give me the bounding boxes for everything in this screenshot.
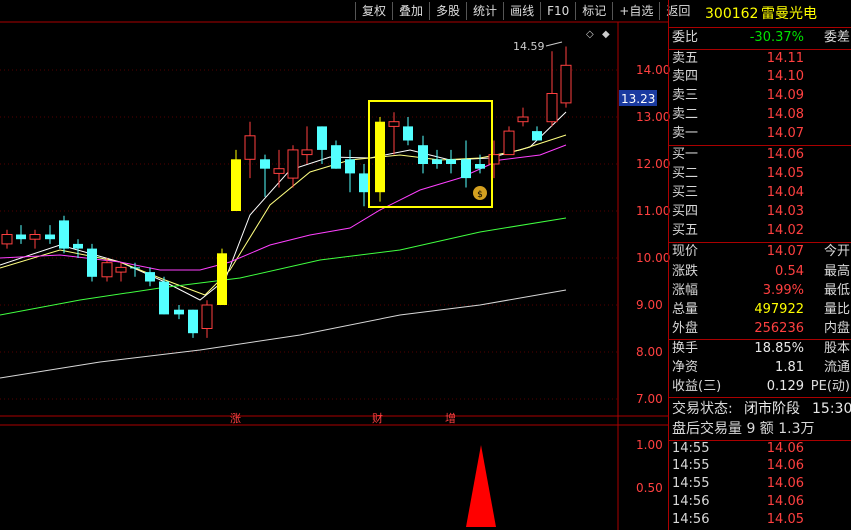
candle (188, 309, 198, 334)
kline-chart[interactable]: $ 14.59 ◇ ◆ 13.23 (0, 0, 668, 530)
candle (503, 130, 515, 156)
marker-zeng[interactable]: 增 (445, 410, 456, 426)
bid-row-3[interactable]: 买三 14.04 (669, 183, 851, 203)
candle (461, 159, 471, 179)
candle (517, 116, 529, 123)
stat-jingzi: 净资 1.81 流通 (672, 360, 850, 375)
candle (432, 159, 442, 164)
candle (388, 121, 400, 127)
candle (317, 126, 327, 150)
ask-row-3[interactable]: 卖三 14.09 (669, 86, 851, 106)
toolbar-duogu[interactable]: 多股 (429, 2, 466, 20)
candle (345, 159, 355, 174)
candle (359, 173, 369, 193)
bid-row-1[interactable]: 买一 14.06 (669, 145, 851, 165)
price-tick: 12.00 (636, 157, 671, 171)
volume-tick: 1.00 (636, 438, 663, 452)
candle (217, 253, 227, 305)
after-hours: 盘后交易量 9 额 1.3万 (672, 421, 815, 437)
candle (446, 159, 456, 164)
tick-row: 14:56 14.06 (672, 494, 804, 509)
candle (418, 145, 428, 164)
stat-zhangfu: 涨幅 3.99% 最低 (672, 283, 850, 298)
candle (101, 262, 113, 278)
ask-row-4[interactable]: 卖四 14.10 (669, 67, 851, 87)
stat-shouyi: 收益(三) 0.129 PE(动) (672, 379, 850, 394)
bid-row-2[interactable]: 买二 14.05 (669, 164, 851, 184)
candle (159, 281, 169, 315)
candle (301, 149, 313, 156)
toolbar-diejia[interactable]: 叠加 (392, 2, 429, 20)
candle (532, 131, 542, 141)
candle (231, 159, 241, 211)
candle (375, 121, 385, 193)
price-tick: 8.00 (636, 345, 663, 359)
trade-status: 交易状态: 闭市阶段 15:30: (672, 401, 851, 417)
stat-zongliang: 总量 497922 量比 (672, 302, 850, 317)
candle (130, 267, 140, 269)
candle (115, 266, 127, 273)
stock-code: 300162 (705, 6, 759, 22)
tick-row: 14:56 14.05 (672, 512, 804, 527)
candle (488, 154, 500, 165)
candle (287, 149, 299, 179)
stock-header: 300162 雷曼光电 (669, 4, 851, 24)
candle (29, 234, 41, 240)
stat-huanshou: 换手 18.85% 股本 (672, 341, 850, 356)
candle (403, 126, 413, 141)
stat-xianjia: 现价 14.07 今开 (672, 244, 850, 259)
price-tick: 10.00 (636, 251, 671, 265)
toolbar-f10[interactable]: F10 (540, 2, 575, 20)
svg-text:◇: ◇ (586, 29, 594, 40)
toolbar-fuquan[interactable]: 复权 (355, 2, 392, 20)
svg-text:13.23: 13.23 (621, 92, 655, 106)
ask-row-1[interactable]: 卖一 14.07 (669, 124, 851, 144)
quote-panel: 300162 雷曼光电 委比 -30.37% 委差 卖五 14.11 卖四 14.10 … (668, 0, 851, 530)
candle (546, 93, 558, 123)
stat-zhangdie: 涨跌 0.54 最高 (672, 264, 850, 279)
high-marker: 14.59 (513, 40, 545, 53)
candle (59, 220, 69, 249)
candle (201, 304, 213, 329)
marker-zhang[interactable]: 涨 (230, 410, 241, 426)
marker-cai[interactable]: 财 (372, 410, 383, 426)
bid-row-4[interactable]: 买四 14.03 (669, 202, 851, 222)
price-tick: 13.00 (636, 110, 671, 124)
candle (73, 243, 83, 249)
candle (45, 234, 55, 240)
tick-row: 14:55 14.06 (672, 476, 804, 491)
candle (244, 135, 256, 160)
candle (331, 145, 341, 169)
weibi-row: 委比 -30.37% 委差 (672, 30, 850, 45)
toolbar-zixuan[interactable]: +自选 (612, 2, 659, 20)
ask-row-2[interactable]: 卖二 14.08 (669, 105, 851, 125)
candle (87, 248, 97, 277)
candle (1, 234, 13, 245)
candle (560, 64, 572, 104)
price-tick: 7.00 (636, 392, 663, 406)
ask-row-5[interactable]: 卖五 14.11 (669, 49, 851, 69)
candle (260, 159, 270, 169)
svg-text:$: $ (477, 190, 483, 200)
toolbar-tongji[interactable]: 统计 (466, 2, 503, 20)
price-tick: 11.00 (636, 204, 671, 218)
tick-row: 14:55 14.06 (672, 458, 804, 473)
stat-waipan: 外盘 256236 内盘 (672, 321, 850, 336)
svg-text:◆: ◆ (602, 29, 610, 40)
toolbar: 复权 叠加 多股 统计 画线 F10 标记 +自选 返回 (355, 2, 696, 20)
toolbar-huaxian[interactable]: 画线 (503, 2, 540, 20)
volume-tick: 0.50 (636, 481, 663, 495)
candle (475, 164, 485, 169)
bid-row-5[interactable]: 买五 14.02 (669, 221, 851, 241)
candle (273, 168, 285, 174)
candle (16, 234, 26, 240)
toolbar-biaoji[interactable]: 标记 (575, 2, 612, 20)
candle (174, 309, 184, 315)
price-tick: 14.00 (636, 63, 671, 77)
stock-name: 雷曼光电 (761, 6, 817, 22)
price-tick: 9.00 (636, 298, 663, 312)
candle (145, 272, 155, 282)
